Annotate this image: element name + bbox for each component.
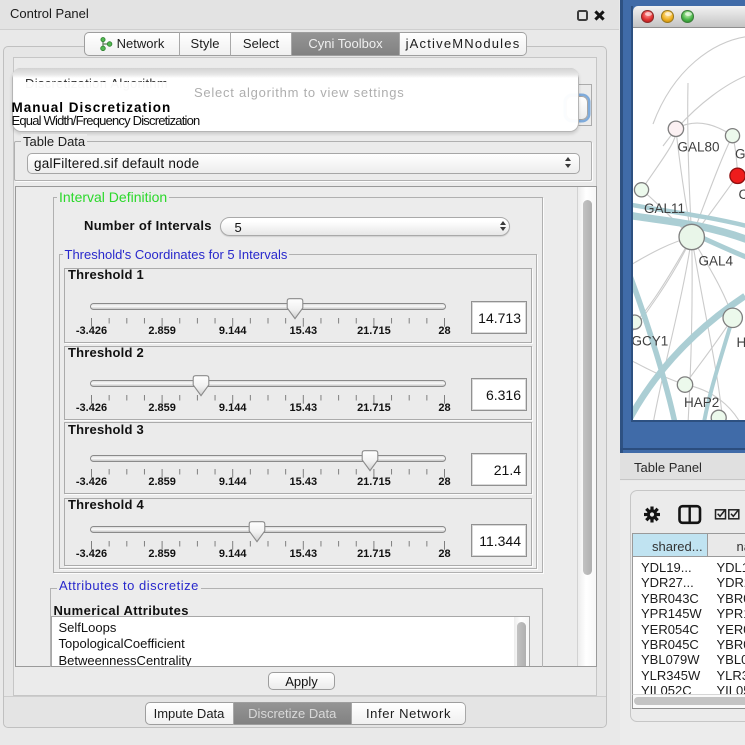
svg-text:GCY1: GCY1	[633, 334, 668, 349]
svg-text:HAP2: HAP2	[684, 395, 719, 410]
svg-text:GA: GA	[735, 147, 745, 162]
svg-text:C: C	[738, 187, 745, 202]
svg-text:GAL11: GAL11	[644, 201, 685, 216]
svg-text:H: H	[736, 335, 745, 350]
svg-text:GAL80: GAL80	[677, 140, 719, 155]
svg-text:GAL4: GAL4	[698, 254, 733, 269]
